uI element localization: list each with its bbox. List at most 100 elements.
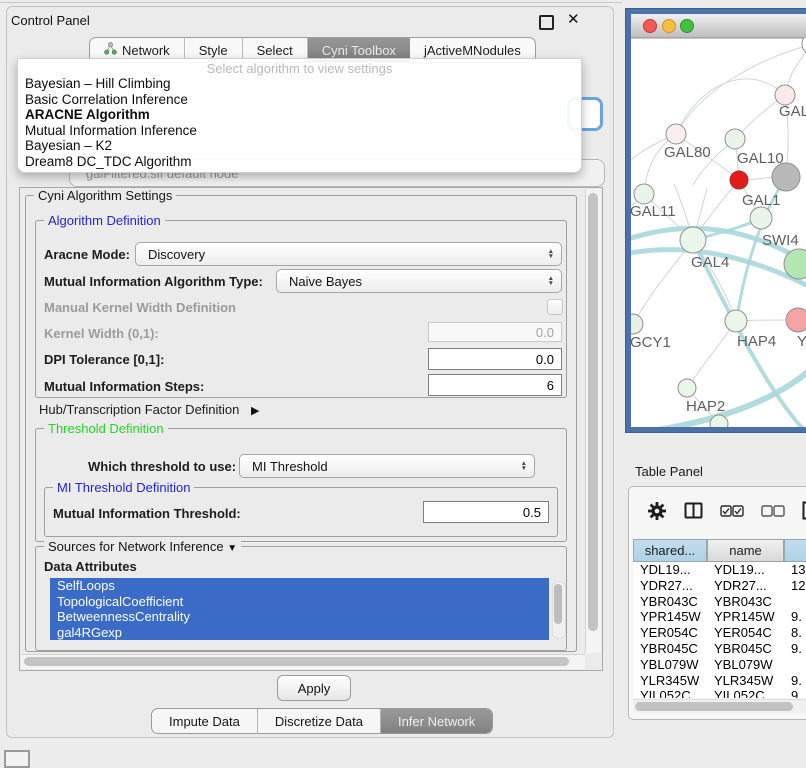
tab-impute-data[interactable]: Impute Data	[152, 709, 258, 733]
table-cell	[784, 594, 806, 610]
mi-steps-input[interactable]: 6	[428, 374, 562, 396]
algorithm-option[interactable]: Bayesian – Hill Climbing	[18, 76, 581, 92]
attribute-list-item[interactable]: TopologicalCoefficient	[50, 594, 549, 610]
network-icon	[104, 42, 117, 58]
table-cell: YDL19...	[633, 562, 707, 578]
mi-threshold-input[interactable]: 0.5	[423, 501, 549, 523]
table-row[interactable]: YPR145WYPR145W9.	[633, 609, 806, 625]
node-gal2[interactable]	[775, 85, 795, 105]
node-label: GAL80	[664, 144, 711, 161]
hub-definition-toggle[interactable]: Hub/Transcription Factor Definition ▶	[39, 402, 259, 417]
node-hap4[interactable]	[725, 310, 747, 332]
document-icon[interactable]	[802, 501, 806, 525]
table-cell: 9.	[784, 673, 806, 689]
table-row[interactable]: YDR27...YDR27...12	[633, 578, 806, 594]
gear-icon[interactable]	[647, 501, 667, 526]
float-window-icon[interactable]	[539, 15, 554, 30]
table-cell: YDR27...	[633, 578, 707, 594]
checked-columns-icon[interactable]	[720, 504, 744, 522]
node-label: GAL10	[737, 150, 784, 167]
node-label: GAL11	[630, 203, 676, 220]
mi-type-select[interactable]: Naive Bayes ▲▼	[276, 269, 562, 293]
node-gal4[interactable]	[680, 227, 706, 253]
aracne-mode-label: Aracne Mode:	[44, 247, 130, 262]
dpi-tolerance-label: DPI Tolerance [0,1]:	[44, 352, 164, 367]
table-row[interactable]: YIL052CYIL052C9	[633, 688, 806, 698]
attribute-list-item[interactable]: SelfLoops	[50, 578, 549, 594]
node-label: GAL	[779, 103, 806, 120]
minimized-panel-chip[interactable]	[4, 750, 30, 768]
table-cell: YDR27...	[707, 578, 784, 594]
attributes-scrollbar[interactable]	[552, 581, 566, 639]
algorithm-option[interactable]: ARACNE Algorithm	[18, 107, 581, 123]
table-row[interactable]: YLR345WYLR345W9.	[633, 673, 806, 689]
spinner-arrows-icon: ▲▼	[548, 243, 554, 265]
kernel-width-input[interactable]: 0.0	[428, 322, 562, 342]
table-row[interactable]: YDL19...YDL19...13	[633, 562, 806, 578]
traffic-close-button[interactable]	[644, 20, 657, 33]
node-gal11[interactable]	[634, 184, 654, 204]
cyni-algorithm-settings-title: Cyni Algorithm Settings	[34, 188, 176, 203]
node-gray[interactable]	[772, 163, 800, 191]
which-threshold-select[interactable]: MI Threshold ▲▼	[239, 454, 535, 478]
table-cell: YPR145W	[707, 609, 784, 625]
expand-right-icon: ▶	[251, 405, 259, 417]
algorithm-option[interactable]: Dream8 DC_TDC Algorithm	[18, 154, 581, 170]
node-label: HAP2	[686, 398, 725, 415]
node-hap2[interactable]	[678, 379, 696, 397]
table-row[interactable]: YBR043CYBR043C	[633, 594, 806, 610]
column-header-name[interactable]: name	[707, 539, 784, 562]
table-row[interactable]: YBL079WYBL079W	[633, 657, 806, 673]
table-cell: YBR045C	[633, 641, 707, 657]
tab-infer-network[interactable]: Infer Network	[381, 709, 492, 733]
mi-threshold-group: MI Threshold Definition Mutual Informati…	[44, 487, 558, 537]
traffic-zoom-button[interactable]	[681, 20, 694, 33]
algorithm-option[interactable]: Bayesian – K2	[18, 138, 581, 154]
columns-icon[interactable]	[684, 502, 703, 524]
node-gal10[interactable]	[725, 129, 745, 149]
sources-title[interactable]: Sources for Network Inference ▼	[44, 539, 241, 554]
attribute-list-item[interactable]: gal4RGexp	[50, 625, 549, 641]
table-cell: YBL079W	[633, 657, 707, 673]
aracne-mode-select[interactable]: Discovery ▲▼	[135, 242, 562, 266]
network-window-titlebar[interactable]	[631, 14, 806, 38]
apply-button[interactable]: Apply	[277, 675, 351, 701]
node-gal1[interactable]	[750, 207, 772, 229]
settings-horizontal-scrollbar[interactable]	[21, 654, 585, 669]
tab-discretize-data[interactable]: Discretize Data	[258, 709, 381, 733]
table-cell: 9	[784, 688, 806, 698]
traffic-minimize-button[interactable]	[663, 20, 676, 33]
manual-kernel-checkbox[interactable]	[547, 299, 563, 315]
algorithm-dropdown-popup: Select algorithm to view settings Bayesi…	[17, 58, 582, 173]
table-row[interactable]: YER054CYER054C8.	[633, 625, 806, 641]
manual-kernel-label: Manual Kernel Width Definition	[44, 300, 236, 315]
node-red[interactable]	[730, 171, 748, 189]
node-gal80[interactable]	[666, 124, 686, 144]
algorithm-option[interactable]: Mutual Information Inference	[18, 123, 581, 139]
kernel-width-label: Kernel Width (0,1):	[44, 326, 159, 341]
table-cell: YBR045C	[707, 641, 784, 657]
table-cell: YBL079W	[707, 657, 784, 673]
node-label: HAP4	[737, 333, 776, 350]
column-header-partial[interactable]	[784, 539, 806, 562]
column-header-shared-name[interactable]: shared...	[633, 539, 707, 562]
close-icon[interactable]: ✕	[567, 10, 580, 28]
algorithm-option[interactable]: Basic Correlation Inference	[18, 92, 581, 108]
data-attributes-list: SelfLoopsTopologicalCoefficientBetweenne…	[50, 578, 549, 640]
table-cell: YIL052C	[707, 688, 784, 698]
table-row[interactable]: YBR045CYBR045C9.	[633, 641, 806, 657]
node-label: GCY1	[630, 334, 671, 351]
bottom-tab-group: Impute Data Discretize Data Infer Networ…	[151, 708, 493, 734]
mi-type-label: Mutual Information Algorithm Type:	[44, 274, 263, 289]
data-attributes-label: Data Attributes	[44, 559, 137, 574]
dpi-tolerance-input[interactable]: 0.0	[428, 348, 562, 370]
attribute-list-item[interactable]: BetweennessCentrality	[50, 609, 549, 625]
table-cell: 12	[784, 578, 806, 594]
unchecked-columns-icon[interactable]	[761, 504, 785, 522]
table-cell: YPR145W	[633, 609, 707, 625]
node-pink[interactable]	[786, 308, 806, 332]
settings-vertical-scrollbar[interactable]	[585, 189, 601, 653]
table-horizontal-scrollbar[interactable]	[633, 699, 806, 713]
table-cell: YLR345W	[707, 673, 784, 689]
mi-steps-label: Mutual Information Steps:	[44, 379, 204, 394]
